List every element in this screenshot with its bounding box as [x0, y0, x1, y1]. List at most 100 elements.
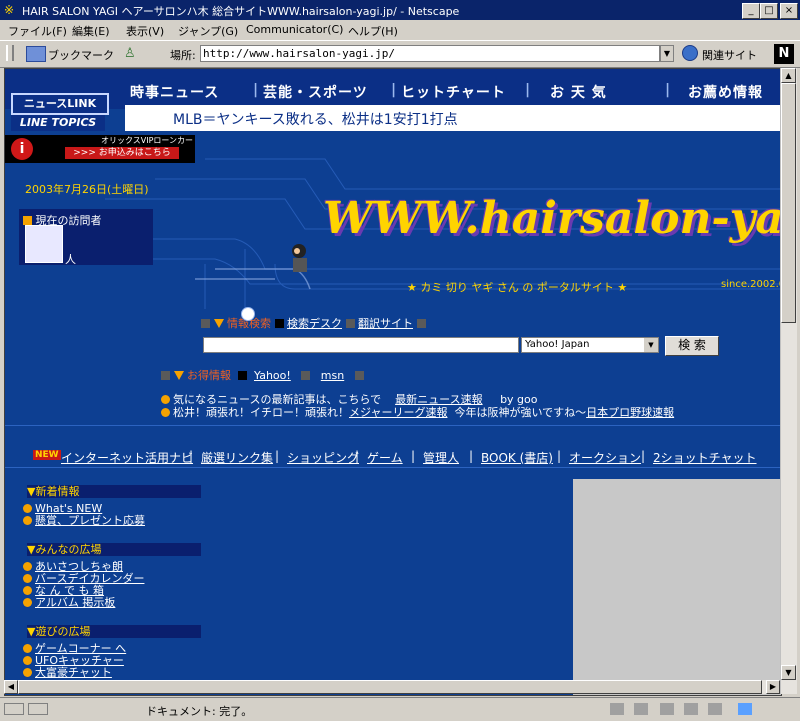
- nav-link-collection[interactable]: 厳選リンク集: [201, 449, 273, 466]
- scroll-up-button[interactable]: ▲: [781, 68, 796, 83]
- orange-triangle-icon: [213, 319, 224, 328]
- nav-game[interactable]: ゲーム: [367, 449, 403, 466]
- scroll-right-button[interactable]: ▶: [766, 680, 780, 694]
- content-placeholder: [573, 479, 781, 695]
- search-engine-select[interactable]: Yahoo! Japan ▼: [521, 337, 659, 353]
- location-label: 場所:: [170, 49, 196, 62]
- tab-weather[interactable]: お 天 気: [550, 82, 607, 102]
- netscape-logo-icon[interactable]: N: [774, 44, 794, 64]
- msn-link[interactable]: msn: [321, 369, 344, 382]
- nav-shopping[interactable]: ショッピング: [287, 449, 359, 466]
- orange-dot-icon: [161, 408, 170, 417]
- status-bar: ドキュメント: 完了。: [0, 697, 800, 721]
- news-nav: 時事ニュース | 芸能・スポーツ | ヒットチャート | お 天 気 | お薦め…: [5, 69, 781, 109]
- visitors-unit: 人: [65, 253, 76, 266]
- bookmark-button[interactable]: ブックマーク: [48, 47, 114, 63]
- news-headline[interactable]: MLB＝ヤンキース敗れる、松井は1安打1打点: [173, 109, 458, 129]
- connection-icon: [28, 703, 48, 715]
- url-input[interactable]: http://www.hairsalon-yagi.jp/: [200, 45, 660, 62]
- netscape-window-icon: ※: [4, 3, 15, 17]
- maximize-button[interactable]: □: [760, 3, 778, 19]
- section-heading-play: ▼遊びの広場: [27, 625, 201, 638]
- new-badge: NEW: [33, 450, 61, 460]
- mail-icon[interactable]: [610, 703, 624, 715]
- info-icon: i: [11, 138, 33, 160]
- tab-entertainment-sports[interactable]: 芸能・スポーツ: [263, 82, 368, 102]
- search-links-row: 情報検索 検索デスク 翻訳サイト: [201, 315, 426, 331]
- section-heading-plaza: ▼みんなの広場: [27, 543, 201, 556]
- toolbar-grip[interactable]: [6, 45, 14, 61]
- nav-book[interactable]: BOOK (書店): [481, 449, 553, 466]
- since-text: since.2002.0: [721, 279, 782, 290]
- menu-view[interactable]: 表示(V): [126, 23, 164, 39]
- news-headline-bar: MLB＝ヤンキース敗れる、松井は1安打1打点: [125, 105, 781, 131]
- link-daifugo-chat[interactable]: 大富豪チャット: [23, 667, 112, 679]
- orix-ad[interactable]: i オリックスVIPローンカード >>> お申込みはこちら: [5, 135, 195, 163]
- hscroll-thumb[interactable]: [18, 680, 762, 694]
- npb-news-link[interactable]: 日本プロ野球速報: [586, 406, 674, 419]
- nav-2shot-chat[interactable]: 2ショットチャット: [653, 449, 757, 466]
- page-date: 2003年7月26日(土曜日): [25, 183, 149, 196]
- character-icon: [285, 241, 315, 277]
- window-title: HAIR SALON YAGI ヘアーサロンハ木 総合サイトWWW.hairsa…: [22, 5, 460, 18]
- orange-dot-icon: [23, 504, 32, 513]
- people-icon[interactable]: [634, 703, 648, 715]
- link-prize[interactable]: 懸賞、プレゼント応募: [23, 515, 145, 527]
- pencil-icon[interactable]: [738, 703, 752, 715]
- search-desk-link[interactable]: 検索デスク: [287, 317, 342, 330]
- horizontal-scrollbar[interactable]: ◀ ▶: [4, 680, 780, 694]
- orange-dot-icon: [23, 516, 32, 525]
- vertical-scrollbar[interactable]: ▲ ▼: [780, 68, 797, 694]
- security-icon[interactable]: [4, 703, 24, 715]
- calendar-icon[interactable]: [708, 703, 722, 715]
- url-dropdown-button[interactable]: ▼: [660, 45, 674, 62]
- orix-apply-button[interactable]: >>> お申込みはこちら: [65, 147, 179, 159]
- tab-hit-chart[interactable]: ヒットチャート: [401, 82, 506, 102]
- nav-auction[interactable]: オークション: [569, 449, 641, 466]
- menu-bar: ファイル(F) 編集(E) 表示(V) ジャンプ(G) Communicator…: [0, 20, 800, 40]
- window-title-bar: ※ HAIR SALON YAGI ヘアーサロンハ木 総合サイトWWW.hair…: [0, 0, 800, 20]
- visitor-counter-icon: [25, 225, 63, 263]
- info-links-row: お得情報 Yahoo! msn: [161, 367, 364, 383]
- link-album[interactable]: アルバム 掲示板: [23, 597, 115, 609]
- line-topics-logo[interactable]: LINE TOPICS: [11, 115, 105, 131]
- minimize-button[interactable]: _: [742, 3, 760, 19]
- site-logo: WWW.hairsalon-yagi.jp: [323, 193, 782, 244]
- related-sites-icon[interactable]: [682, 45, 698, 61]
- scroll-thumb[interactable]: [781, 83, 796, 323]
- scroll-left-button[interactable]: ◀: [4, 680, 18, 694]
- tab-current-news[interactable]: 時事ニュース: [130, 82, 219, 102]
- discussion-icon[interactable]: [684, 703, 698, 715]
- news-link-logo[interactable]: ニュースLINK: [11, 93, 109, 115]
- close-button[interactable]: ×: [780, 3, 798, 19]
- divider: [5, 467, 781, 468]
- nav-internet-navi[interactable]: インターネット活用ナビ: [61, 449, 193, 466]
- orange-dot-icon: [161, 395, 170, 404]
- related-sites-button[interactable]: 関連サイト: [702, 47, 757, 63]
- composer-icon[interactable]: [660, 703, 674, 715]
- news-line-2: 松井！頑張れ！イチロー！頑張れ！メジャーリーグ速報 今年は阪神が強いですね～日本…: [161, 404, 674, 420]
- menu-file[interactable]: ファイル(F): [8, 23, 67, 39]
- status-text: ドキュメント: 完了。: [146, 705, 253, 718]
- scroll-down-button[interactable]: ▼: [781, 665, 796, 680]
- visitors-box: 現在の訪問者 人: [19, 209, 153, 266]
- mlb-news-link[interactable]: メジャーリーグ速報: [349, 406, 447, 419]
- bookmark-icon[interactable]: [26, 46, 46, 62]
- search-input[interactable]: [203, 337, 519, 353]
- yahoo-link[interactable]: Yahoo!: [254, 369, 291, 382]
- location-icon: ♙: [124, 46, 136, 61]
- menu-edit[interactable]: 編集(E): [72, 23, 110, 39]
- nav-admin[interactable]: 管理人: [423, 449, 459, 466]
- info-label: お得情報: [187, 369, 231, 382]
- tab-recommended[interactable]: お薦め情報: [688, 82, 763, 102]
- location-toolbar: ブックマーク ♙ 場所: http://www.hairsalon-yagi.j…: [0, 40, 800, 68]
- site-tagline: ★ カミ 切り ヤギ さん の ポータルサイト ★: [407, 281, 628, 294]
- menu-go[interactable]: ジャンプ(G): [178, 23, 238, 39]
- menu-help[interactable]: ヘルプ(H): [348, 23, 398, 39]
- orange-square-icon: [23, 216, 32, 225]
- search-button[interactable]: 検 索: [665, 336, 719, 356]
- section-heading-news: ▼新着情報: [27, 485, 201, 498]
- translate-link[interactable]: 翻訳サイト: [358, 317, 413, 330]
- menu-communicator[interactable]: Communicator(C): [246, 23, 343, 36]
- page-viewport: 時事ニュース | 芸能・スポーツ | ヒットチャート | お 天 気 | お薦め…: [4, 68, 782, 696]
